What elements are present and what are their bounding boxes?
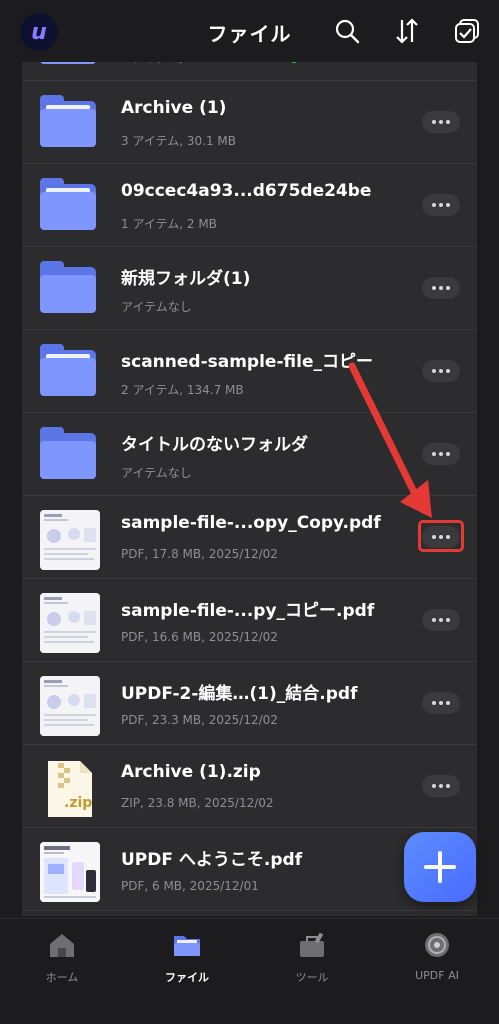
bottom-tab-bar: ホーム ファイル ツール UPDF AI bbox=[0, 918, 499, 1024]
more-button[interactable] bbox=[422, 111, 460, 133]
pdf-thumbnail bbox=[40, 842, 100, 902]
search-icon[interactable] bbox=[332, 16, 362, 46]
tab-home[interactable]: ホーム bbox=[12, 931, 112, 985]
more-button[interactable] bbox=[422, 194, 460, 216]
ai-icon bbox=[425, 933, 449, 957]
folder-icon bbox=[40, 427, 100, 487]
file-name: sample-file-...opy_Copy.pdf bbox=[121, 513, 381, 533]
pdf-thumbnail bbox=[40, 593, 100, 653]
list-item[interactable]: 新規フォルダ(1) アイテムなし bbox=[22, 247, 477, 330]
file-meta: 3 アイテム, 30.1 MB bbox=[121, 134, 236, 148]
list-item[interactable]: sample-file-...py_コピー.pdf PDF, 16.6 MB, … bbox=[22, 579, 477, 662]
file-meta: PDF, 17.8 MB, 2025/12/02 bbox=[121, 547, 278, 561]
file-meta: PDF, 6 MB, 2025/12/01 bbox=[121, 879, 259, 893]
pdf-thumbnail bbox=[40, 676, 100, 736]
file-meta: 2 アイテム, 134.7 MB bbox=[121, 383, 244, 397]
page-title: ファイル bbox=[207, 22, 292, 46]
tab-files[interactable]: ファイル bbox=[137, 931, 237, 985]
list-item[interactable]: UPDF-2-編集…(1)_結合.pdf PDF, 23.3 MB, 2025/… bbox=[22, 662, 477, 745]
file-meta: PDF, 23.3 MB, 2025/12/02 bbox=[121, 713, 278, 727]
zip-file-icon: .zip bbox=[40, 759, 100, 819]
file-name: UPDF へようこそ.pdf bbox=[121, 850, 303, 870]
file-meta: ZIP, 23.8 MB, 2025/12/02 bbox=[121, 796, 274, 810]
zip-label: .zip bbox=[64, 795, 93, 811]
list-item[interactable]: タイトルのないフォルダ アイテムなし bbox=[22, 413, 477, 496]
tools-icon bbox=[300, 932, 324, 957]
file-name: 09ccec4a93...d675de24be bbox=[121, 181, 372, 201]
more-button[interactable] bbox=[422, 692, 460, 714]
file-name: UPDF-2-編集…(1)_結合.pdf bbox=[121, 684, 358, 704]
file-name: sample-file-...py_コピー.pdf bbox=[121, 601, 375, 621]
file-name: Archive (1).zip bbox=[121, 762, 261, 782]
folder-icon bbox=[40, 261, 100, 321]
sort-icon[interactable] bbox=[392, 16, 422, 46]
add-button[interactable] bbox=[404, 832, 476, 902]
list-item[interactable]: 09ccec4a93...d675de24be 1 アイテム, 2 MB bbox=[22, 164, 477, 247]
file-name: 新規フォルダ(1) bbox=[121, 269, 251, 289]
highlight-box bbox=[418, 520, 464, 552]
file-name: Archive (1) bbox=[121, 98, 227, 118]
more-button[interactable] bbox=[422, 775, 460, 797]
select-icon[interactable] bbox=[452, 16, 482, 46]
list-item[interactable]: Archive (1) 3 アイテム, 30.1 MB bbox=[22, 81, 477, 164]
pdf-thumbnail bbox=[40, 510, 100, 570]
more-button[interactable] bbox=[422, 277, 460, 299]
folder-icon bbox=[40, 178, 100, 238]
more-button[interactable] bbox=[422, 609, 460, 631]
tab-updf-ai[interactable]: UPDF AI bbox=[387, 931, 487, 982]
more-button[interactable] bbox=[422, 443, 460, 465]
tab-tools[interactable]: ツール bbox=[262, 931, 362, 985]
folder-icon bbox=[40, 95, 100, 155]
folder-icon bbox=[40, 344, 100, 404]
file-meta: PDF, 16.6 MB, 2025/12/02 bbox=[121, 630, 278, 644]
file-list[interactable]: 4 アイテム, 37.5 MB Archive (1) 3 アイテム, 30.1… bbox=[22, 40, 477, 916]
more-button[interactable] bbox=[422, 360, 460, 382]
file-meta: 1 アイテム, 2 MB bbox=[121, 217, 217, 231]
list-item[interactable]: .zip Archive (1).zip ZIP, 23.8 MB, 2025/… bbox=[22, 745, 477, 828]
top-bar: u ファイル bbox=[0, 0, 499, 62]
file-name: タイトルのないフォルダ bbox=[121, 435, 308, 455]
file-meta: アイテムなし bbox=[121, 300, 192, 314]
file-meta: アイテムなし bbox=[121, 466, 192, 480]
plus-icon bbox=[424, 851, 456, 883]
list-item[interactable]: scanned-sample-file_コピー 2 アイテム, 134.7 MB bbox=[22, 330, 477, 413]
files-icon bbox=[174, 936, 200, 956]
home-icon bbox=[50, 934, 74, 957]
file-name: scanned-sample-file_コピー bbox=[121, 352, 373, 372]
list-item[interactable]: sample-file-...opy_Copy.pdf PDF, 17.8 MB… bbox=[22, 496, 477, 579]
